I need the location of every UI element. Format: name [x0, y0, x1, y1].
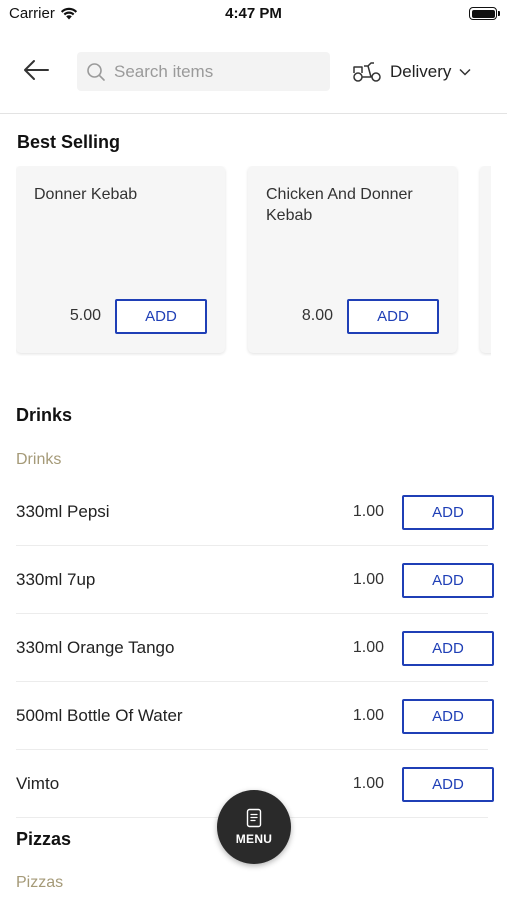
item-price: 1.00: [352, 571, 384, 588]
add-button[interactable]: ADD: [402, 767, 494, 802]
chevron-down-icon: [459, 68, 471, 76]
list-item[interactable]: 500ml Bottle Of Water 1.00 ADD: [16, 682, 494, 750]
best-selling-card[interactable]: Donner Kebab 5.00 ADD: [16, 166, 225, 353]
status-bar: Carrier 4:47 PM: [0, 0, 507, 28]
best-selling-carousel[interactable]: Donner Kebab 5.00 ADD Chicken And Donner…: [16, 166, 491, 356]
best-selling-card[interactable]: Chicken And Donner Kebab 8.00 ADD: [248, 166, 457, 353]
item-name: Chicken And Donner Kebab: [266, 186, 413, 224]
item-price: 5.00: [69, 307, 101, 324]
item-name: 330ml 7up: [16, 570, 96, 589]
list-item[interactable]: 330ml Pepsi 1.00 ADD: [16, 478, 494, 546]
pizzas-title: Pizzas: [16, 829, 72, 849]
item-name: 330ml Pepsi: [16, 502, 110, 521]
delivery-label: Delivery: [390, 62, 452, 81]
menu-label: MENU: [235, 832, 273, 846]
scooter-icon: [353, 62, 381, 82]
item-price: 1.00: [352, 503, 384, 520]
add-button[interactable]: ADD: [115, 299, 207, 334]
back-button[interactable]: [18, 54, 54, 86]
delivery-selector[interactable]: Delivery: [352, 58, 471, 86]
item-name: Vimto: [16, 774, 60, 793]
arrow-left-icon: [24, 60, 49, 80]
item-price: 1.00: [352, 639, 384, 656]
best-selling-card-partial[interactable]: [480, 166, 491, 353]
pizzas-subtitle: Pizzas: [16, 874, 64, 891]
status-time: 4:47 PM: [225, 5, 282, 22]
list-item[interactable]: 330ml Orange Tango 1.00 ADD: [16, 614, 494, 682]
item-price: 8.00: [301, 307, 333, 324]
add-button[interactable]: ADD: [402, 699, 494, 734]
drinks-subtitle: Drinks: [16, 451, 62, 468]
search-box[interactable]: [77, 52, 330, 91]
top-bar: Delivery: [0, 28, 507, 114]
item-name: 500ml Bottle Of Water: [16, 706, 183, 725]
item-name: Donner Kebab: [34, 186, 138, 203]
search-icon: [87, 62, 105, 81]
item-price: 1.00: [352, 707, 384, 724]
item-name: 330ml Orange Tango: [16, 638, 175, 657]
list-item[interactable]: 330ml 7up 1.00 ADD: [16, 546, 494, 614]
add-button[interactable]: ADD: [347, 299, 439, 334]
best-selling-title: Best Selling: [17, 132, 121, 152]
add-button[interactable]: ADD: [402, 631, 494, 666]
battery-icon: [469, 7, 500, 20]
add-button[interactable]: ADD: [402, 495, 494, 530]
menu-book-icon: [246, 808, 262, 828]
search-input[interactable]: [114, 61, 314, 82]
add-button[interactable]: ADD: [402, 563, 494, 598]
item-price: 1.00: [352, 775, 384, 792]
drinks-title: Drinks: [16, 405, 73, 425]
menu-button[interactable]: MENU: [217, 790, 291, 864]
